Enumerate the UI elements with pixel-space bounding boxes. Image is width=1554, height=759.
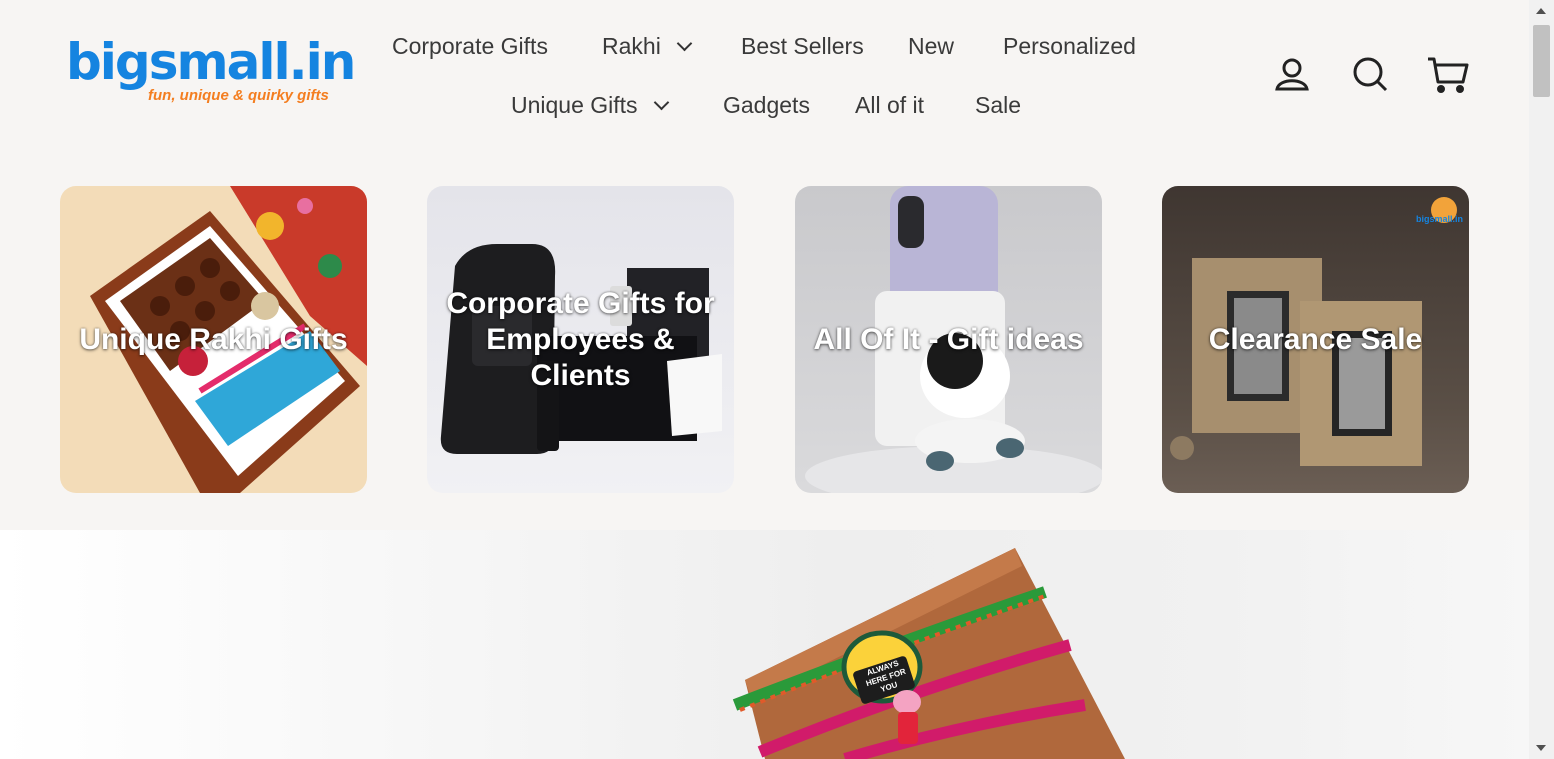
tile-label: Unique Rakhi Gifts (79, 322, 348, 356)
tile-watermark: bigsmall.in (1415, 214, 1463, 224)
hero-banner[interactable]: ALWAYS HERE FOR YOU (0, 530, 1529, 759)
nav-personalized[interactable]: Personalized (1003, 31, 1136, 61)
scrollbar-thumb[interactable] (1533, 25, 1550, 97)
scroll-up-arrow-icon[interactable] (1536, 8, 1546, 14)
site-logo[interactable]: bigsmall.in fun, unique & quirky gifts (66, 33, 356, 110)
search-icon[interactable] (1350, 54, 1390, 94)
nav-rakhi-label: Rakhi (602, 33, 661, 59)
logo-tagline: fun, unique & quirky gifts (148, 87, 329, 104)
chevron-down-icon (676, 35, 693, 52)
nav-all-of-it[interactable]: All of it (855, 90, 924, 120)
nav-new[interactable]: New (908, 31, 954, 61)
nav-rakhi[interactable]: Rakhi (602, 31, 693, 61)
tile-label: All Of It - Gift ideas (813, 322, 1084, 356)
page-viewport: bigsmall.in fun, unique & quirky gifts C… (0, 0, 1529, 759)
nav-corporate-gifts[interactable]: Corporate Gifts (392, 31, 548, 61)
tile-all-of-it[interactable]: All Of It - Gift ideas (795, 186, 1102, 493)
tile-unique-rakhi-gifts[interactable]: Unique Rakhi Gifts (60, 186, 367, 493)
tile-corporate-gifts[interactable]: Corporate Gifts for Employees & Clients (427, 186, 734, 493)
scroll-down-arrow-icon[interactable] (1536, 745, 1546, 751)
chevron-down-icon (653, 94, 669, 111)
cart-icon[interactable] (1426, 54, 1469, 94)
account-icon[interactable] (1272, 54, 1312, 94)
nav-gadgets[interactable]: Gadgets (723, 90, 810, 120)
tile-clearance-sale[interactable]: bigsmall.in Clearance Sale (1162, 186, 1469, 493)
rakhi-banner-image (732, 548, 1125, 759)
tile-label: Corporate Gifts for Employees & Clients (446, 286, 715, 392)
page-scrollbar[interactable] (1529, 0, 1554, 759)
tile-label: Clearance Sale (1208, 322, 1423, 356)
nav-unique-gifts-label: Unique Gifts (511, 92, 638, 118)
site-header: bigsmall.in fun, unique & quirky gifts C… (0, 0, 1529, 530)
nav-best-sellers[interactable]: Best Sellers (741, 31, 864, 61)
logo-wordmark: bigsmall.in (66, 33, 356, 91)
nav-unique-gifts[interactable]: Unique Gifts (511, 90, 669, 120)
nav-sale[interactable]: Sale (975, 90, 1021, 120)
